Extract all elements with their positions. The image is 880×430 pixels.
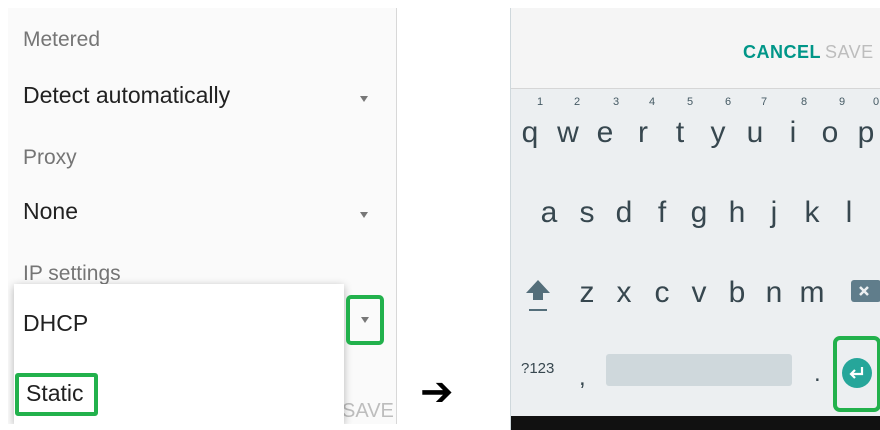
key-o[interactable]: o: [813, 116, 847, 150]
dropdown-option-dhcp[interactable]: DHCP: [23, 310, 88, 337]
network-settings-panel: Metered Detect automatically Proxy None …: [8, 8, 397, 424]
enter-key-highlight[interactable]: [833, 336, 880, 412]
backspace-icon[interactable]: [851, 280, 880, 302]
metered-dropdown[interactable]: Detect automatically: [23, 82, 230, 109]
key-hint-4: 4: [648, 96, 656, 108]
dialog-button-bar: CANCEL SAVE: [511, 8, 880, 89]
key-hint-8: 8: [800, 96, 808, 108]
key-k[interactable]: k: [795, 196, 829, 230]
key-r[interactable]: r: [626, 116, 660, 150]
save-button-disabled: SAVE: [825, 42, 874, 62]
cancel-button[interactable]: CANCEL: [743, 42, 821, 63]
key-t[interactable]: t: [663, 116, 697, 150]
key-p[interactable]: p: [849, 116, 880, 150]
key-h[interactable]: h: [720, 196, 754, 230]
shift-icon[interactable]: [523, 278, 553, 318]
keyboard-panel: CANCEL SAVE 1 2 3 4 5 6 7 8 9 0 q w e r …: [510, 8, 880, 430]
key-q[interactable]: q: [513, 116, 547, 150]
proxy-label: Proxy: [23, 146, 77, 169]
key-hint-2: 2: [573, 96, 581, 108]
dropdown-option-static[interactable]: Static: [15, 373, 98, 416]
key-c[interactable]: c: [645, 276, 679, 310]
key-z[interactable]: z: [570, 276, 604, 310]
spacebar[interactable]: [606, 354, 792, 386]
key-b[interactable]: b: [720, 276, 754, 310]
key-g[interactable]: g: [682, 196, 716, 230]
key-j[interactable]: j: [757, 196, 791, 230]
key-v[interactable]: v: [682, 276, 716, 310]
proxy-dropdown[interactable]: None: [23, 198, 78, 225]
key-hint-1: 1: [536, 96, 544, 108]
key-x[interactable]: x: [607, 276, 641, 310]
key-u[interactable]: u: [738, 116, 772, 150]
key-hint-0: 0: [872, 96, 880, 108]
ip-settings-label: IP settings: [23, 262, 121, 285]
key-e[interactable]: e: [588, 116, 622, 150]
key-f[interactable]: f: [645, 196, 679, 230]
key-comma[interactable]: ,: [579, 364, 586, 392]
key-m[interactable]: m: [795, 276, 829, 310]
ip-settings-dropdown-toggle[interactable]: [346, 295, 384, 345]
key-y[interactable]: y: [701, 116, 735, 150]
key-s[interactable]: s: [570, 196, 604, 230]
key-hint-6: 6: [724, 96, 732, 108]
arrow-icon: ➔: [420, 370, 454, 414]
key-l[interactable]: l: [832, 196, 866, 230]
metered-chevron-down-icon[interactable]: [360, 96, 368, 102]
symbols-key[interactable]: ?123: [521, 360, 554, 377]
proxy-chevron-down-icon[interactable]: [360, 212, 368, 218]
key-i[interactable]: i: [776, 116, 810, 150]
metered-label: Metered: [23, 28, 101, 51]
key-d[interactable]: d: [607, 196, 641, 230]
key-hint-9: 9: [838, 96, 846, 108]
key-hint-3: 3: [612, 96, 620, 108]
navigation-bar: [511, 416, 880, 430]
save-button[interactable]: SAVE: [342, 400, 394, 423]
chevron-down-icon: [361, 317, 369, 323]
key-a[interactable]: a: [532, 196, 566, 230]
key-w[interactable]: w: [551, 116, 585, 150]
key-period[interactable]: .: [814, 360, 821, 388]
key-hint-5: 5: [686, 96, 694, 108]
ip-settings-dropdown-menu: DHCP Static: [14, 284, 344, 424]
key-hint-7: 7: [760, 96, 768, 108]
key-n[interactable]: n: [757, 276, 791, 310]
enter-icon[interactable]: [842, 358, 872, 388]
